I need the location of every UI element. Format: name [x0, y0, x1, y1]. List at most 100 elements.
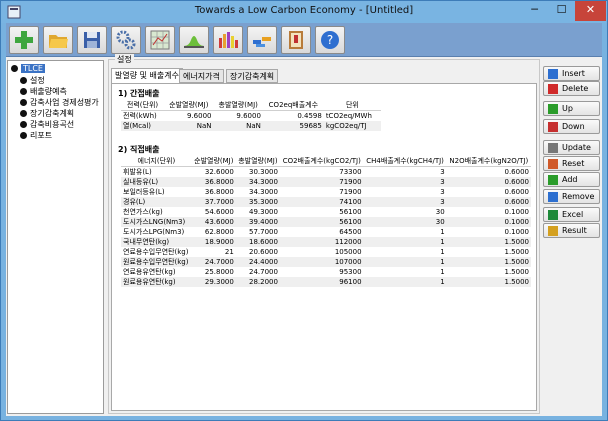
excel-button[interactable]: Excel — [543, 207, 600, 222]
table-cell[interactable]: 73300 — [280, 167, 364, 178]
table-cell[interactable]: 3 — [364, 187, 447, 197]
table-cell[interactable]: 96100 — [279, 277, 364, 287]
table-row[interactable]: 도시가스LPG(Nm3) 62.8000 57.7000 64500 1 0.1000 — [121, 227, 531, 237]
table-cell[interactable]: 1.5000 — [446, 277, 531, 287]
table-row[interactable]: 경유(L) 37.7000 35.3000 74100 3 0.6000 — [121, 197, 531, 207]
table-row[interactable]: 도시가스LNG(Nm3) 43.6000 39.4000 56100 30 0.1000 — [121, 217, 531, 227]
table-cell[interactable]: 0.6000 — [446, 197, 531, 207]
tab-calorific-emission[interactable]: 발열량 및 배출계수 — [111, 68, 183, 84]
delete-button[interactable]: Delete — [543, 81, 600, 96]
table-cell[interactable]: 74100 — [279, 197, 364, 207]
table-cell[interactable]: 34.3000 — [236, 187, 280, 197]
table-cell[interactable]: 보일러등유(L) — [121, 187, 192, 197]
table-cell[interactable]: 0.6000 — [446, 177, 531, 187]
table-cell[interactable]: 54.6000 — [192, 207, 236, 217]
table-cell[interactable]: 25.8000 — [192, 267, 236, 277]
table-cell[interactable]: 0.1000 — [447, 227, 531, 237]
table-cell[interactable]: 9.6000 — [214, 111, 263, 122]
table-cell[interactable]: 1 — [363, 237, 447, 247]
table-cell[interactable]: 71900 — [279, 177, 364, 187]
tree-item-settings[interactable]: 설정 — [20, 76, 45, 86]
table-cell[interactable]: 105000 — [280, 247, 364, 257]
table-row[interactable]: 연료용수입무연탄(kg) 21 20.6000 105000 1 1.5000 — [121, 247, 531, 257]
add-button[interactable]: Add — [543, 172, 600, 187]
table-cell[interactable]: 0.4598 — [263, 111, 324, 122]
table-cell[interactable]: 1.5000 — [447, 267, 531, 277]
table-cell[interactable]: 35.3000 — [235, 197, 280, 207]
table-cell[interactable]: 원료용수입무연탄(kg) — [121, 257, 192, 267]
table-cell[interactable]: 연료용유연탄(kg) — [121, 267, 192, 277]
table-cell[interactable]: 107000 — [279, 257, 364, 267]
table-cell[interactable]: 1.5000 — [446, 257, 531, 267]
table-row[interactable]: 전력(kWh) 9.6000 9.6000 0.4598 tCO2eq/MWh — [121, 111, 381, 122]
table-cell[interactable]: 30.3000 — [236, 167, 280, 178]
table-cell[interactable]: 열(Mcal) — [121, 121, 165, 131]
table-row[interactable]: 실내등유(L) 36.8000 34.3000 71900 3 0.6000 — [121, 177, 531, 187]
direct-emission-table[interactable]: 에너지(단위) 순발열량(MJ) 총발열량(MJ) CO2배출계수(kgCO2/… — [121, 156, 531, 287]
maximize-button[interactable]: ☐ — [548, 1, 575, 21]
table-cell[interactable]: 56100 — [280, 207, 364, 217]
table-cell[interactable]: 21 — [192, 247, 236, 257]
tab-energy-price[interactable]: 에너지가격 — [179, 69, 224, 83]
table-cell[interactable]: 39.4000 — [235, 217, 280, 227]
table-cell[interactable]: 64500 — [280, 227, 364, 237]
table-cell[interactable]: 1 — [363, 257, 447, 267]
title-bar[interactable]: Towards a Low Carbon Economy - [Untitled… — [1, 1, 607, 23]
table-cell[interactable]: NaN — [213, 121, 263, 131]
table-cell[interactable]: 1 — [363, 277, 447, 287]
table-row[interactable]: 연료용유연탄(kg) 25.8000 24.7000 95300 1 1.5000 — [121, 267, 531, 277]
table-cell[interactable]: 49.3000 — [236, 207, 280, 217]
gradient-button[interactable] — [247, 26, 277, 54]
table-cell[interactable]: 43.6000 — [191, 217, 236, 227]
table-cell[interactable]: 18.6000 — [235, 237, 280, 247]
close-button[interactable]: ✕ — [575, 1, 606, 21]
save-button[interactable] — [77, 26, 107, 54]
table-cell[interactable]: 0.1000 — [446, 217, 531, 227]
tree-item-economic-evaluation[interactable]: 감축사업 경제성평가 — [20, 98, 99, 108]
table-cell[interactable]: 29.3000 — [191, 277, 236, 287]
table-cell[interactable]: 20.6000 — [236, 247, 280, 257]
remove-button[interactable]: Remove — [543, 189, 600, 204]
insert-button[interactable]: Insert — [543, 66, 600, 81]
table-cell[interactable]: 3 — [363, 197, 447, 207]
table-cell[interactable]: 24.7000 — [191, 257, 236, 267]
table-cell[interactable]: 천연가스(kg) — [121, 207, 192, 217]
reset-button[interactable]: Reset — [543, 156, 600, 171]
table-cell[interactable]: 30 — [363, 217, 447, 227]
table-cell[interactable]: 59685 — [262, 121, 324, 131]
table-cell[interactable]: 국내무연탄(kg) — [121, 237, 192, 247]
table-cell[interactable]: tCO2eq/MWh — [324, 111, 381, 122]
table-cell[interactable]: 0.6000 — [447, 167, 531, 178]
navigation-tree[interactable]: TLCE 설정 배출량예측 감축사업 경제성평가 장기감축계획 감축비용곡선 리… — [7, 60, 104, 414]
result-button[interactable]: Result — [543, 223, 600, 238]
table-row[interactable]: 원료용수입무연탄(kg) 24.7000 24.4000 107000 1 1.5000 — [121, 257, 531, 267]
table-cell[interactable]: 18.9000 — [191, 237, 236, 247]
table-cell[interactable]: 62.8000 — [192, 227, 236, 237]
minimize-button[interactable]: ─ — [521, 1, 548, 21]
table-row[interactable]: 보일러등유(L) 36.8000 34.3000 71900 3 0.6000 — [121, 187, 531, 197]
tree-item-long-term-plan[interactable]: 장기감축계획 — [20, 109, 74, 119]
table-cell[interactable]: 경유(L) — [121, 197, 192, 207]
table-cell[interactable]: 실내등유(L) — [121, 177, 192, 187]
table-cell[interactable]: 36.8000 — [192, 187, 236, 197]
tree-item-cost-curve[interactable]: 감축비용곡선 — [20, 120, 74, 130]
table-cell[interactable]: 34.3000 — [235, 177, 280, 187]
tree-item-report[interactable]: 리포트 — [20, 131, 52, 141]
tab-long-term-plan[interactable]: 장기감축계획 — [226, 69, 279, 83]
table-cell[interactable]: 도시가스LPG(Nm3) — [121, 227, 192, 237]
table-cell[interactable]: 전력(kWh) — [121, 111, 164, 122]
table-cell[interactable]: 0.6000 — [447, 187, 531, 197]
new-button[interactable] — [9, 26, 39, 54]
table-cell[interactable]: 32.6000 — [192, 167, 236, 178]
up-button[interactable]: Up — [543, 101, 600, 116]
table-cell[interactable]: 9.6000 — [164, 111, 213, 122]
update-button[interactable]: Update — [543, 140, 600, 155]
table-cell[interactable]: 36.8000 — [191, 177, 236, 187]
table-cell[interactable]: 0.1000 — [447, 207, 531, 217]
table-cell[interactable]: 1 — [364, 247, 447, 257]
table-row[interactable]: 천연가스(kg) 54.6000 49.3000 56100 30 0.1000 — [121, 207, 531, 217]
table-cell[interactable]: 24.4000 — [235, 257, 280, 267]
table-cell[interactable]: 30 — [364, 207, 447, 217]
table-cell[interactable]: 도시가스LNG(Nm3) — [121, 217, 192, 227]
down-button[interactable]: Down — [543, 119, 600, 134]
